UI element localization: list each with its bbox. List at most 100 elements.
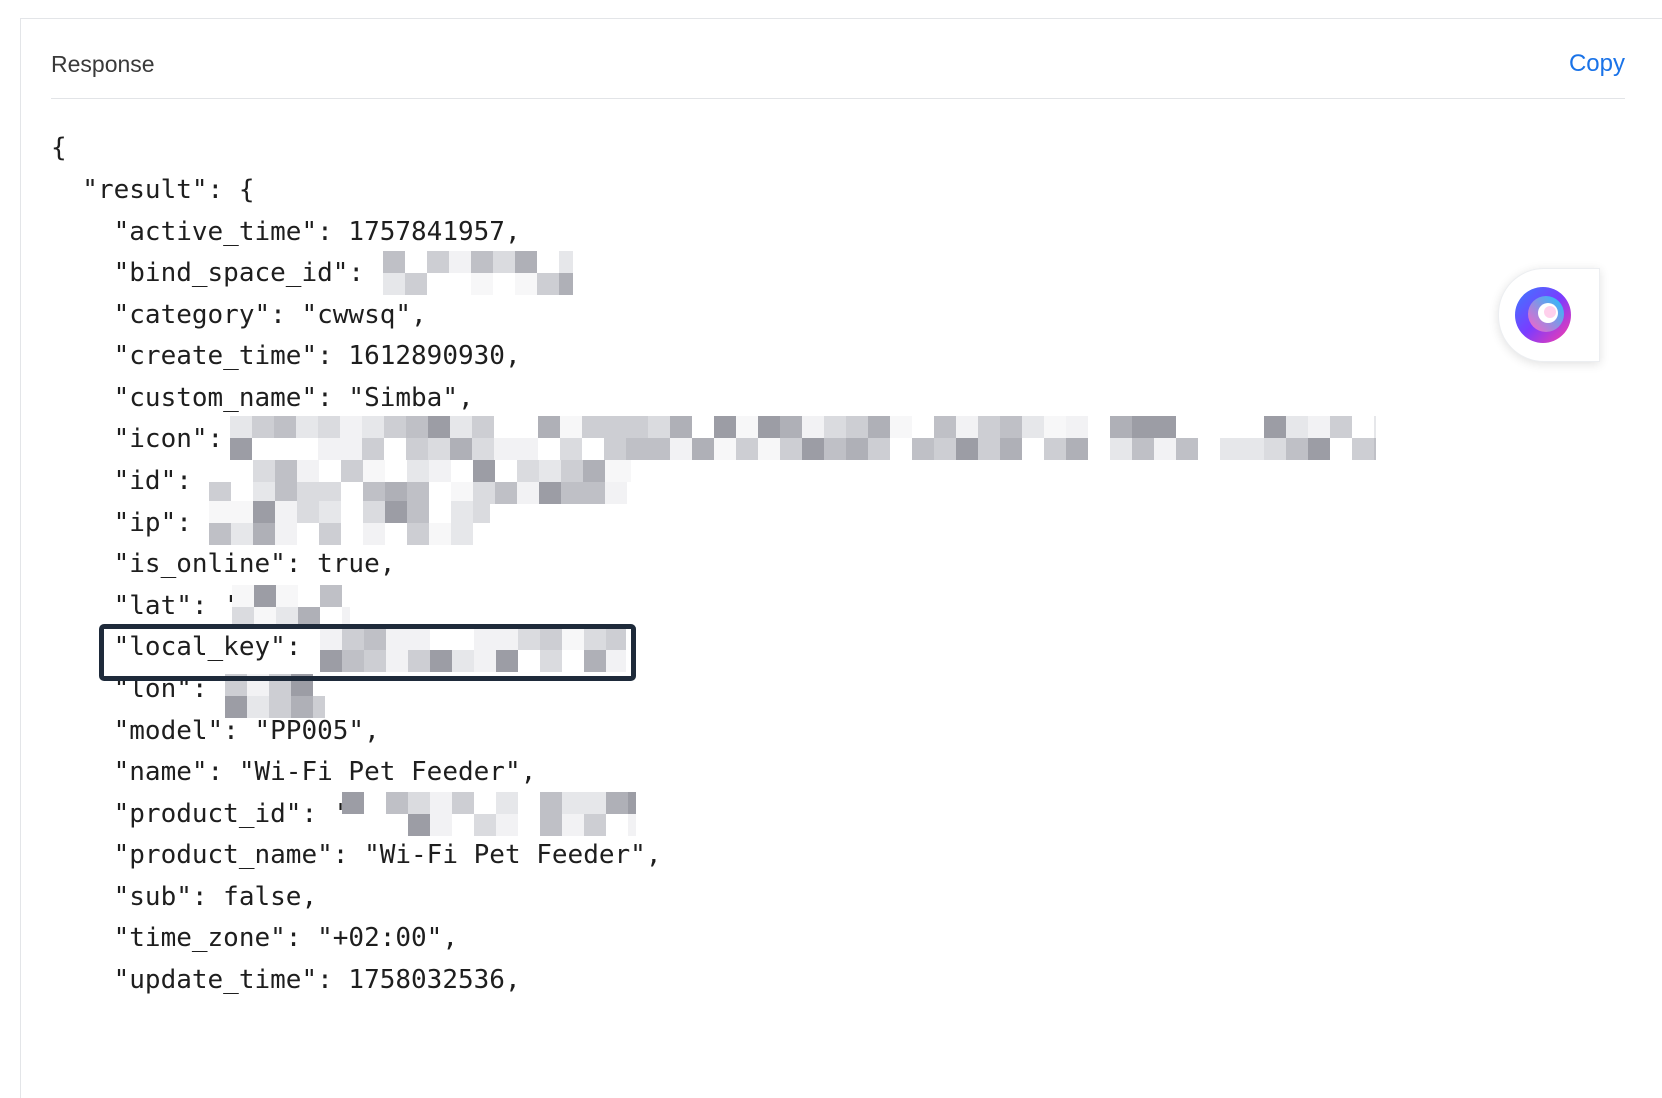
redaction-pixel xyxy=(824,438,846,460)
redaction-pixel xyxy=(824,416,846,438)
code-line: "model": "PP005", xyxy=(51,716,380,746)
code-line: "is_online": true, xyxy=(51,549,396,579)
redaction-pixel xyxy=(560,438,582,460)
redaction-pixel xyxy=(780,416,802,438)
redaction-pixel xyxy=(231,523,253,545)
copy-button[interactable]: Copy xyxy=(1569,50,1625,78)
response-title: Response xyxy=(51,51,155,77)
redaction-pixel xyxy=(342,607,350,629)
redaction-pixel xyxy=(540,628,562,650)
redaction-pixel xyxy=(1000,438,1022,460)
redaction-pixel xyxy=(209,501,231,523)
redaction-pixel xyxy=(427,251,449,273)
redaction-pixel xyxy=(450,438,472,460)
redaction-pixel xyxy=(407,460,429,482)
redacted-local-key xyxy=(320,628,626,672)
redaction-pixel xyxy=(275,460,297,482)
redaction-pixel xyxy=(408,814,430,836)
redaction-pixel xyxy=(406,438,428,460)
code-line: "category": "cwwsq", xyxy=(51,300,427,330)
redacted-lon xyxy=(225,674,325,718)
redaction-pixel xyxy=(517,460,539,482)
redaction-pixel xyxy=(362,416,384,438)
redaction-pixel xyxy=(383,273,405,295)
redaction-pixel xyxy=(584,792,606,814)
redaction-pixel xyxy=(802,438,824,460)
code-line: "create_time": 1612890930, xyxy=(51,341,521,371)
redaction-pixel xyxy=(364,628,386,650)
redaction-pixel xyxy=(1330,416,1352,438)
redaction-pixel xyxy=(276,607,298,629)
redaction-pixel xyxy=(471,251,493,273)
assistant-swirl-icon xyxy=(1515,287,1571,343)
redaction-pixel xyxy=(758,416,780,438)
redaction-pixel xyxy=(1374,416,1376,438)
code-line: "result": { xyxy=(51,175,255,205)
code-line: "time_zone": "+02:00", xyxy=(51,923,458,953)
redaction-pixel xyxy=(802,416,824,438)
redaction-pixel xyxy=(428,416,450,438)
redaction-pixel xyxy=(539,482,561,504)
redaction-pixel xyxy=(780,438,802,460)
redaction-pixel xyxy=(934,416,956,438)
redaction-pixel xyxy=(474,650,496,672)
code-line: "lat": ' xyxy=(51,591,239,621)
redaction-pixel xyxy=(628,814,636,836)
redaction-pixel xyxy=(584,628,606,650)
redaction-pixel xyxy=(269,696,291,718)
redaction-pixel xyxy=(471,273,493,295)
redaction-pixel xyxy=(291,696,313,718)
redacted-lat xyxy=(232,585,350,629)
redaction-pixel xyxy=(1154,438,1176,460)
redaction-pixel xyxy=(342,792,364,814)
redaction-pixel xyxy=(934,438,956,460)
redaction-pixel xyxy=(407,523,429,545)
redaction-pixel xyxy=(1176,438,1198,460)
redaction-pixel xyxy=(582,416,604,438)
redaction-pixel xyxy=(298,607,320,629)
redaction-pixel xyxy=(275,501,297,523)
redaction-pixel xyxy=(604,438,626,460)
redaction-pixel xyxy=(254,585,276,607)
redaction-pixel xyxy=(606,792,628,814)
redaction-pixel xyxy=(386,792,408,814)
redaction-pixel xyxy=(714,416,736,438)
redaction-pixel xyxy=(450,416,472,438)
redaction-pixel xyxy=(296,416,318,438)
redaction-pixel xyxy=(340,416,362,438)
redaction-pixel xyxy=(318,416,340,438)
redaction-pixel xyxy=(231,501,253,523)
redaction-pixel xyxy=(408,792,430,814)
redaction-pixel xyxy=(230,416,252,438)
redaction-pixel xyxy=(956,416,978,438)
redaction-pixel xyxy=(584,814,606,836)
redaction-pixel xyxy=(562,814,584,836)
redaction-pixel xyxy=(429,460,451,482)
redaction-pixel xyxy=(252,416,274,438)
redaction-pixel xyxy=(1220,438,1242,460)
redaction-pixel xyxy=(452,650,474,672)
code-line: "icon": xyxy=(51,424,239,454)
redaction-pixel xyxy=(253,523,275,545)
redaction-pixel xyxy=(386,628,408,650)
redaction-pixel xyxy=(1044,416,1066,438)
redaction-pixel xyxy=(363,501,385,523)
redaction-pixel xyxy=(714,438,736,460)
redaction-pixel xyxy=(518,628,540,650)
redaction-pixel xyxy=(1154,416,1176,438)
assistant-button[interactable] xyxy=(1498,268,1600,362)
redaction-pixel xyxy=(561,460,583,482)
redaction-pixel xyxy=(515,273,537,295)
redaction-pixel xyxy=(495,482,517,504)
redaction-pixel xyxy=(648,416,670,438)
redaction-pixel xyxy=(1286,416,1308,438)
redaction-pixel xyxy=(1264,438,1286,460)
redaction-pixel xyxy=(1242,438,1264,460)
redaction-pixel xyxy=(1000,416,1022,438)
redaction-pixel xyxy=(1022,416,1044,438)
code-line: "active_time": 1757841957, xyxy=(51,217,521,247)
redaction-pixel xyxy=(912,438,934,460)
redaction-pixel xyxy=(313,696,325,718)
redaction-pixel xyxy=(1308,416,1330,438)
redaction-pixel xyxy=(230,438,252,460)
